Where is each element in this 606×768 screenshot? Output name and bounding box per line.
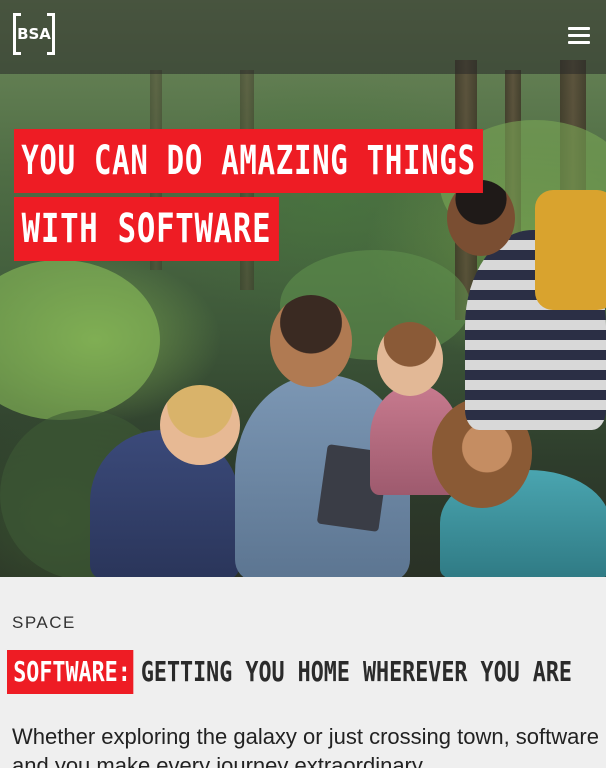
article-body: Whether exploring the galaxy or just cro…: [12, 724, 599, 768]
page: YOU CAN DO AMAZING THINGS WITH SOFTWARE …: [0, 0, 606, 768]
article-category: SPACE: [12, 613, 76, 632]
article-title-highlight: SOFTWARE:: [7, 650, 134, 694]
menu-line: [568, 41, 590, 44]
adult-center-head: [270, 295, 352, 387]
bsa-logo[interactable]: BSA: [13, 13, 55, 55]
hero-image: YOU CAN DO AMAZING THINGS WITH SOFTWARE: [0, 0, 606, 577]
menu-line: [568, 34, 590, 37]
hero-headline-line-1: YOU CAN DO AMAZING THINGS: [14, 129, 483, 193]
backpack: [535, 190, 606, 310]
hero-headline-line-2: WITH SOFTWARE: [14, 197, 279, 261]
foliage: [0, 260, 160, 420]
article-title-rest: GETTING YOU HOME WHEREVER YOU ARE: [140, 655, 572, 688]
article-title: SOFTWARE: GETTING YOU HOME WHEREVER YOU A…: [7, 650, 572, 694]
menu-line: [568, 27, 590, 30]
child-center-head: [377, 322, 443, 396]
hamburger-menu-icon[interactable]: [568, 25, 590, 45]
top-navigation-bar: BSA: [0, 0, 606, 74]
child-left-head: [160, 385, 240, 465]
